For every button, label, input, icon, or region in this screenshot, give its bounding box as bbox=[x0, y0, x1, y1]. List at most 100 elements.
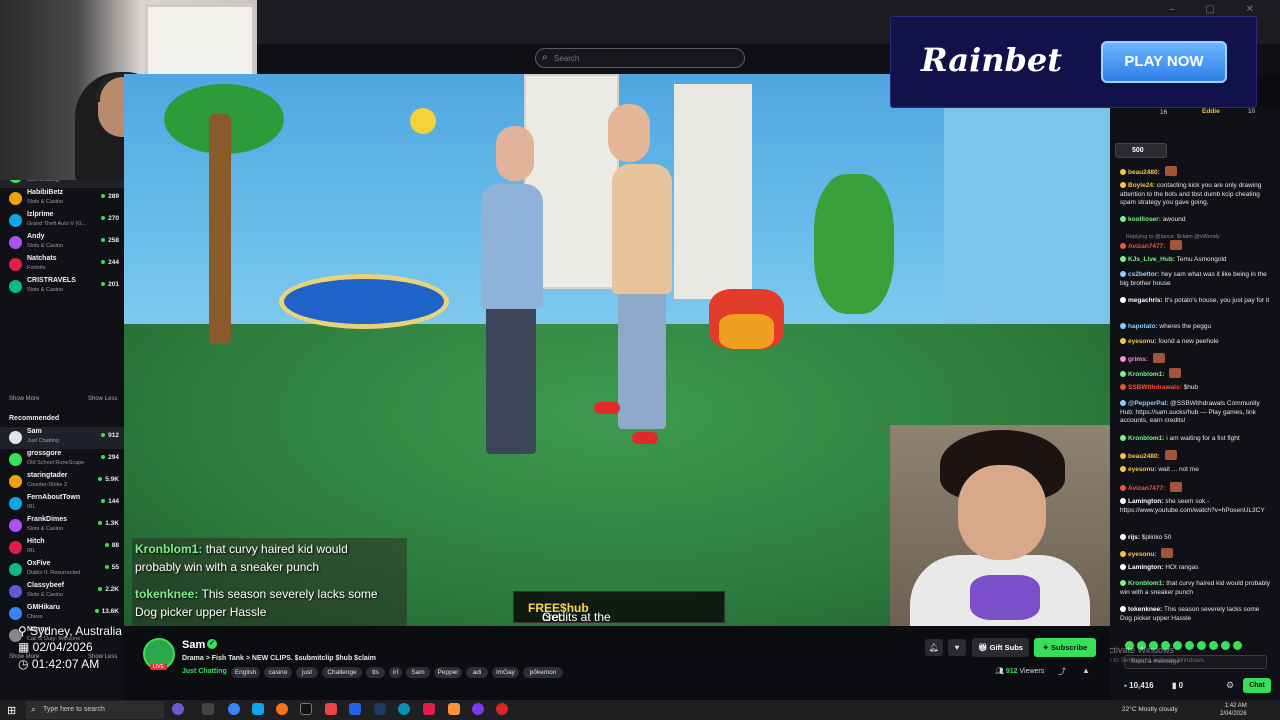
firefox-icon[interactable] bbox=[276, 703, 288, 715]
app-icon-4[interactable] bbox=[398, 703, 410, 715]
sidebar-channel[interactable]: Andy Slots & Casino 258 bbox=[0, 232, 124, 254]
stream-tag[interactable]: tts bbox=[366, 667, 385, 678]
chat-username[interactable]: rijs: bbox=[1128, 534, 1140, 541]
stream-tag[interactable]: Challenge bbox=[322, 667, 362, 678]
chat-username[interactable]: megachris: bbox=[1128, 297, 1163, 304]
show-more-link[interactable]: Show More bbox=[9, 396, 39, 402]
gift-subs-button[interactable]: 🎁︎ Gift Subs bbox=[972, 638, 1029, 657]
sidebar-channel[interactable]: Izlprime Grand Theft Auto V (G... 270 bbox=[0, 210, 124, 232]
sidebar-channel[interactable]: FernAboutTown IRL 144 bbox=[0, 493, 124, 515]
chat-username[interactable]: Kronblom1: bbox=[1128, 371, 1164, 378]
chat-goal-badge[interactable]: 500 bbox=[1115, 143, 1167, 158]
channel-name: OxFive bbox=[27, 560, 51, 567]
emote-icon bbox=[1170, 240, 1183, 250]
windows-start-icon[interactable]: ⊞ bbox=[7, 704, 16, 717]
chat-username[interactable]: hapotato: bbox=[1128, 323, 1158, 330]
chat-username[interactable]: cs2bettor: bbox=[1128, 271, 1159, 278]
stream-tag[interactable]: just bbox=[296, 667, 318, 678]
task-view-icon[interactable] bbox=[202, 703, 214, 715]
sidebar-channel[interactable]: grossgore Old School RuneScape 294 bbox=[0, 449, 124, 471]
gear-icon[interactable]: ⚙ bbox=[1226, 680, 1234, 691]
window-controls[interactable]: – ▢ ✕ bbox=[1169, 4, 1268, 15]
stream-tag[interactable]: casino bbox=[264, 667, 292, 678]
stream-tag[interactable]: pōkemon bbox=[523, 667, 563, 678]
weather-widget[interactable]: 22°C Mostly cloudy bbox=[1122, 706, 1178, 713]
painted-lake bbox=[279, 274, 449, 329]
chat-username[interactable]: Lamington: bbox=[1128, 498, 1163, 505]
sidebar-channel[interactable]: GMHikaru Chess 13.6K bbox=[0, 603, 124, 625]
subscribe-button[interactable]: ✦ Subscribe bbox=[1034, 638, 1096, 657]
stream-tag[interactable]: English bbox=[231, 667, 260, 678]
user-badge-icon bbox=[1120, 356, 1126, 362]
sidebar-channel[interactable]: staringtader Counter-Strike 2 5.9K bbox=[0, 471, 124, 493]
channel-category: Slots & Casino bbox=[27, 199, 64, 205]
activate-windows-watermark: Activate Windows bbox=[1103, 645, 1175, 655]
sidebar-channel[interactable]: Sam Just Chatting 912 bbox=[0, 427, 124, 449]
overlay-message-1-cont: probably win with a sneaker punch bbox=[135, 560, 320, 574]
stream-tag[interactable]: irl bbox=[389, 667, 402, 678]
app-icon-2[interactable] bbox=[325, 703, 337, 715]
chat-username[interactable]: KJs_Live_Hub: bbox=[1128, 256, 1175, 263]
viewer-count: 258 bbox=[101, 237, 119, 244]
stream-tag[interactable]: adi bbox=[466, 667, 488, 678]
app-icon-7[interactable] bbox=[496, 703, 508, 715]
chat-username[interactable]: beau2480: bbox=[1128, 169, 1160, 176]
chat-username[interactable]: koollioser: bbox=[1128, 216, 1161, 223]
sidebar-channel[interactable]: FrankDimes Slots & Casino 1.3K bbox=[0, 515, 124, 537]
chat-username[interactable]: @PepperPal: bbox=[1128, 400, 1168, 407]
rainbet-ad-banner[interactable]: Rainbet PLAY NOW bbox=[890, 16, 1257, 108]
chrome-icon[interactable] bbox=[228, 703, 240, 715]
stream-tag[interactable]: imGay bbox=[492, 667, 519, 678]
chat-username[interactable]: Lamington: bbox=[1128, 564, 1163, 571]
chat-username[interactable]: SSBWithdrawals: bbox=[1128, 384, 1182, 391]
hub-credits-banner[interactable]: Get FREE credits at the $hub bbox=[513, 591, 725, 624]
chat-username[interactable]: beau2480: bbox=[1128, 453, 1160, 460]
app-icon[interactable] bbox=[300, 703, 312, 715]
user-badge-icon bbox=[1120, 551, 1126, 557]
taskbar-search[interactable]: ⌕ Type here to search bbox=[26, 701, 164, 719]
chat-username[interactable]: Avizan7477: bbox=[1128, 243, 1165, 250]
sidebar-channel[interactable]: Hitch IRL 88 bbox=[0, 537, 124, 559]
sidebar-channel[interactable]: OxFive Diablo II: Resurrected 55 bbox=[0, 559, 124, 581]
system-clock[interactable]: 1:42 AM 2/04/2026 bbox=[1220, 702, 1247, 718]
channel-points-2[interactable]: ▮ 0 bbox=[1172, 681, 1183, 690]
stream-category[interactable]: Just Chatting bbox=[182, 668, 227, 675]
chat-text: wait ... not me bbox=[1158, 466, 1199, 473]
sidebar-channel[interactable]: HabibiBetz Slots & Casino 289 bbox=[0, 188, 124, 210]
viewer-count: 270 bbox=[101, 215, 119, 222]
chat-username[interactable]: grims: bbox=[1128, 356, 1148, 363]
bell-icon[interactable]: 🔔︎ bbox=[925, 639, 943, 656]
edge-icon[interactable] bbox=[252, 703, 264, 715]
app-icon-5[interactable] bbox=[423, 703, 435, 715]
app-icon-6[interactable] bbox=[472, 703, 484, 715]
stream-tag[interactable]: Pepper bbox=[434, 667, 462, 678]
chat-username[interactable]: Kronblom1: bbox=[1128, 435, 1164, 442]
brave-icon[interactable] bbox=[448, 703, 460, 715]
chat-message: rijs: $plinko 50 bbox=[1120, 534, 1270, 543]
show-less-link[interactable]: Show Less bbox=[88, 396, 117, 402]
play-now-button[interactable]: PLAY NOW bbox=[1101, 41, 1227, 83]
channel-category: Slots & Casino bbox=[27, 526, 64, 532]
report-icon[interactable]: ▲ bbox=[1082, 666, 1090, 675]
search-input[interactable] bbox=[554, 51, 734, 65]
chat-username[interactable]: Boyle24: bbox=[1128, 182, 1155, 189]
chat-username[interactable]: tokenknee: bbox=[1128, 606, 1162, 613]
heart-icon[interactable]: ♥ bbox=[948, 639, 966, 656]
sidebar-channel[interactable]: CRISTRAVELS Slots & Casino 201 bbox=[0, 276, 124, 298]
chat-username[interactable]: eyesonu: bbox=[1128, 551, 1157, 558]
chat-send-button[interactable]: Chat bbox=[1243, 678, 1271, 693]
stream-tag[interactable]: Sam bbox=[406, 667, 430, 678]
streamer-name[interactable]: Sam bbox=[182, 639, 205, 651]
steam-icon[interactable] bbox=[374, 703, 386, 715]
chat-username[interactable]: eyesonu: bbox=[1128, 338, 1157, 345]
sidebar-channel[interactable]: Classybeef Slots & Casino 2.2K bbox=[0, 581, 124, 603]
chat-username[interactable]: Avizan7477: bbox=[1128, 485, 1165, 492]
channel-points[interactable]: ⬩ 10,416 bbox=[1124, 681, 1154, 691]
chat-username[interactable]: eyesonu: bbox=[1128, 466, 1157, 473]
app-icon-3[interactable] bbox=[349, 703, 361, 715]
cortana-icon[interactable] bbox=[172, 703, 184, 715]
search-box[interactable]: ⌕ bbox=[535, 48, 745, 68]
chat-username[interactable]: Kronblom1: bbox=[1128, 580, 1164, 587]
share-icon[interactable]: ⤴ bbox=[1058, 666, 1066, 677]
sidebar-channel[interactable]: Natchats Fortnite 244 bbox=[0, 254, 124, 276]
